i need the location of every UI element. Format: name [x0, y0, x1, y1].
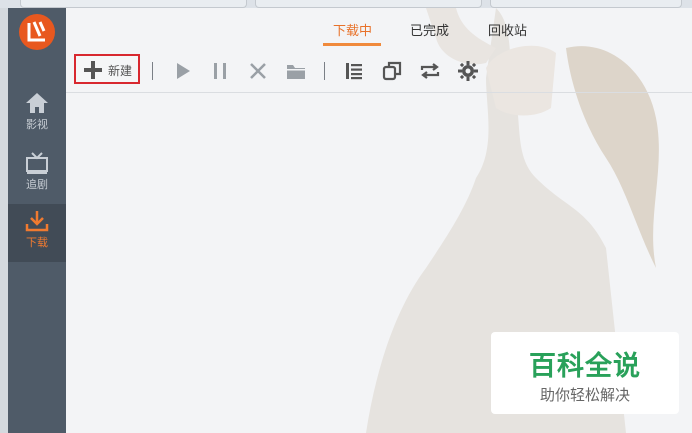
- tab-recycle-bin[interactable]: 回收站: [488, 20, 527, 39]
- main-panel: 下载中 已完成 回收站 新建 百科全说 助你轻松解决: [66, 8, 692, 433]
- tab-completed[interactable]: 已完成: [410, 20, 449, 39]
- folder-icon[interactable]: [285, 60, 307, 82]
- pause-icon[interactable]: [209, 60, 231, 82]
- watermark-title: 百科全说: [529, 351, 641, 382]
- sidebar-item-label: 影视: [26, 118, 48, 131]
- new-task-button[interactable]: 新建: [74, 54, 140, 84]
- plus-icon: [84, 61, 102, 79]
- gear-icon[interactable]: [457, 60, 479, 82]
- window-edge: [0, 8, 8, 433]
- new-task-label: 新建: [108, 64, 133, 78]
- tv-icon: [26, 152, 48, 174]
- toolbar-divider: [324, 62, 325, 80]
- watermark-subtitle: 助你轻松解决: [539, 386, 630, 404]
- list-icon[interactable]: [343, 60, 365, 82]
- active-tab-indicator: [323, 43, 381, 46]
- sidebar-item-label: 追剧: [26, 178, 48, 191]
- sidebar: 影视 追剧 下载: [8, 8, 66, 433]
- refresh-icon[interactable]: [419, 60, 441, 82]
- play-icon[interactable]: [172, 60, 194, 82]
- app-logo[interactable]: [19, 14, 55, 50]
- tab-downloading[interactable]: 下载中: [333, 20, 372, 39]
- sidebar-item-label: 下载: [26, 236, 48, 249]
- copy-icon[interactable]: [381, 60, 403, 82]
- sidebar-item-movies[interactable]: 影视: [8, 92, 66, 150]
- toolbar-divider: [152, 62, 153, 80]
- browser-tab[interactable]: [255, 0, 482, 8]
- logo-icon: [27, 21, 46, 42]
- sidebar-item-download[interactable]: 下载: [8, 204, 66, 262]
- download-icon: [25, 211, 49, 232]
- download-tabs: 下载中 已完成 回收站: [66, 8, 692, 48]
- sidebar-item-series[interactable]: 追剧: [8, 152, 66, 210]
- delete-icon[interactable]: [247, 60, 269, 82]
- toolbar: 新建: [66, 54, 692, 93]
- browser-tab[interactable]: [490, 0, 682, 8]
- browser-tab[interactable]: [20, 0, 247, 8]
- watermark-badge: 百科全说 助你轻松解决: [491, 332, 679, 414]
- home-icon: [26, 93, 48, 113]
